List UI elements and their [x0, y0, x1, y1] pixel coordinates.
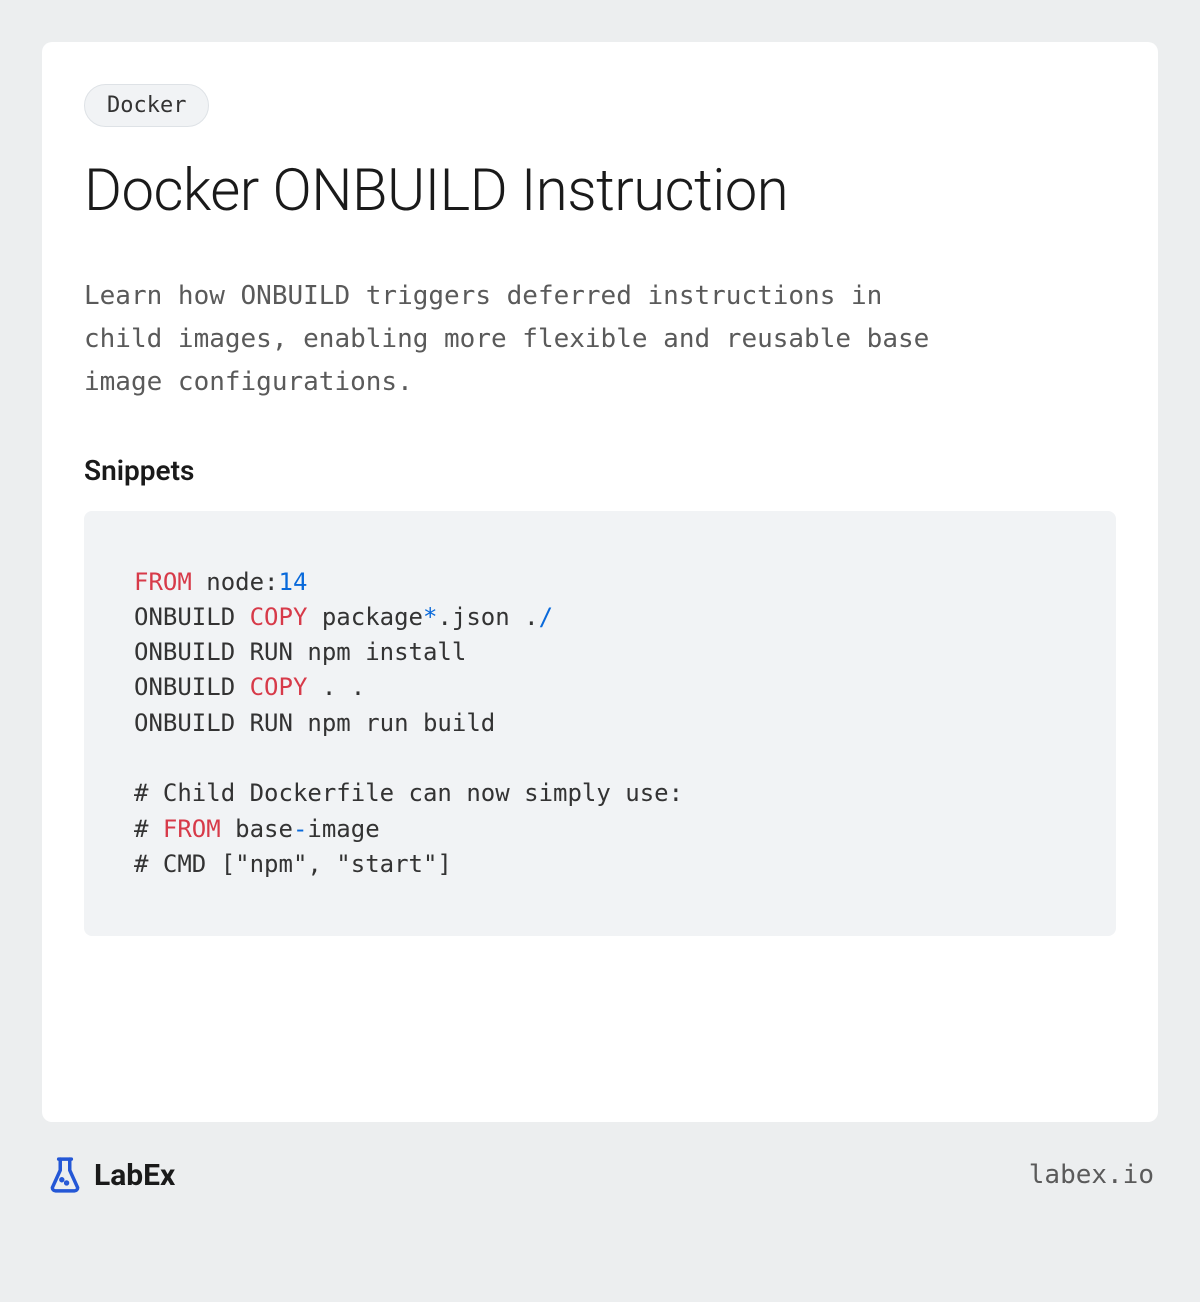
code-text: ONBUILD [134, 603, 250, 631]
brand-logo: LabEx [46, 1156, 175, 1194]
code-block: FROM node:14 ONBUILD COPY package*.json … [84, 511, 1116, 936]
code-text: base [221, 815, 293, 843]
code-text: ONBUILD RUN npm install [134, 638, 466, 666]
description-text: Learn how ONBUILD triggers deferred inst… [84, 275, 964, 404]
snippets-heading: Snippets [84, 454, 1116, 487]
code-comment: # CMD ["npm", "start"] [134, 850, 452, 878]
category-badge: Docker [84, 84, 209, 127]
code-text: .json . [437, 603, 538, 631]
code-path: / [539, 603, 553, 631]
code-number: 14 [279, 568, 308, 596]
keyword-copy: COPY [250, 603, 308, 631]
keyword-from: FROM [163, 815, 221, 843]
content-card: Docker Docker ONBUILD Instruction Learn … [42, 42, 1158, 1122]
code-comment: # Child Dockerfile can now simply use: [134, 779, 683, 807]
code-glob: * [423, 603, 437, 631]
code-text: package [307, 603, 423, 631]
footer: LabEx labex.io [42, 1156, 1158, 1194]
code-text: . . [307, 673, 365, 701]
code-dash: - [293, 815, 307, 843]
keyword-copy: COPY [250, 673, 308, 701]
keyword-from: FROM [134, 568, 192, 596]
code-text: ONBUILD RUN npm run build [134, 709, 495, 737]
page-title: Docker ONBUILD Instruction [84, 157, 1116, 225]
site-url: labex.io [1029, 1160, 1154, 1190]
code-text: node: [192, 568, 279, 596]
code-text: image [307, 815, 379, 843]
flask-icon [46, 1156, 84, 1194]
code-text: ONBUILD [134, 673, 250, 701]
code-comment: # [134, 815, 163, 843]
brand-name: LabEx [94, 1158, 175, 1193]
